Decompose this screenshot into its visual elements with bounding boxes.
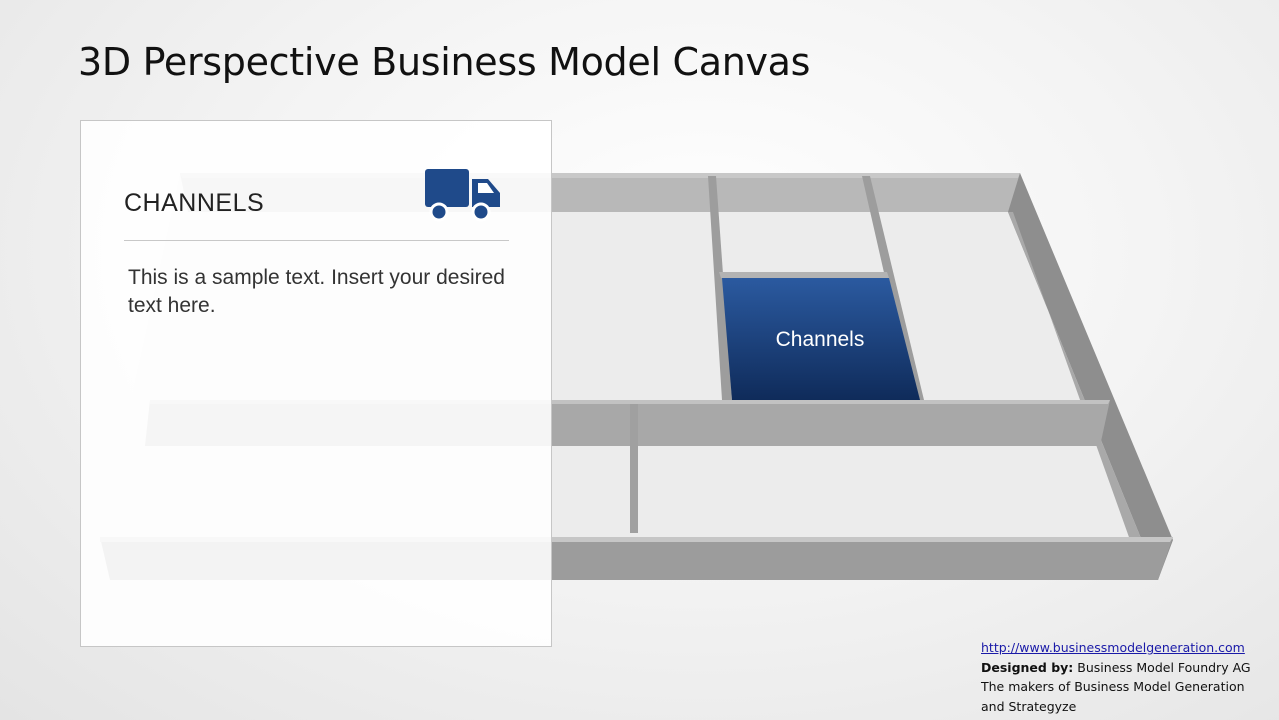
designed-by-label: Designed by: — [981, 659, 1074, 675]
credits-block: http://www.businessmodelgeneration.com D… — [981, 638, 1271, 716]
designed-by-value: Business Model Foundry AG — [1073, 659, 1251, 675]
truck-icon — [425, 169, 500, 222]
credits-tagline: The makers of Business Model Generation … — [981, 679, 1245, 714]
channels-info-panel: CHANNELS This is a sample text. Insert y… — [80, 120, 552, 647]
panel-heading: CHANNELS — [124, 189, 265, 217]
credits-link[interactable]: http://www.businessmodelgeneration.com — [981, 640, 1245, 655]
channels-block-label: Channels — [776, 328, 865, 351]
lower-divider-wall — [630, 404, 638, 533]
panel-body-text: This is a sample text. Insert your desir… — [128, 266, 505, 317]
inner-wall — [719, 272, 889, 278]
panel-divider — [124, 240, 509, 241]
